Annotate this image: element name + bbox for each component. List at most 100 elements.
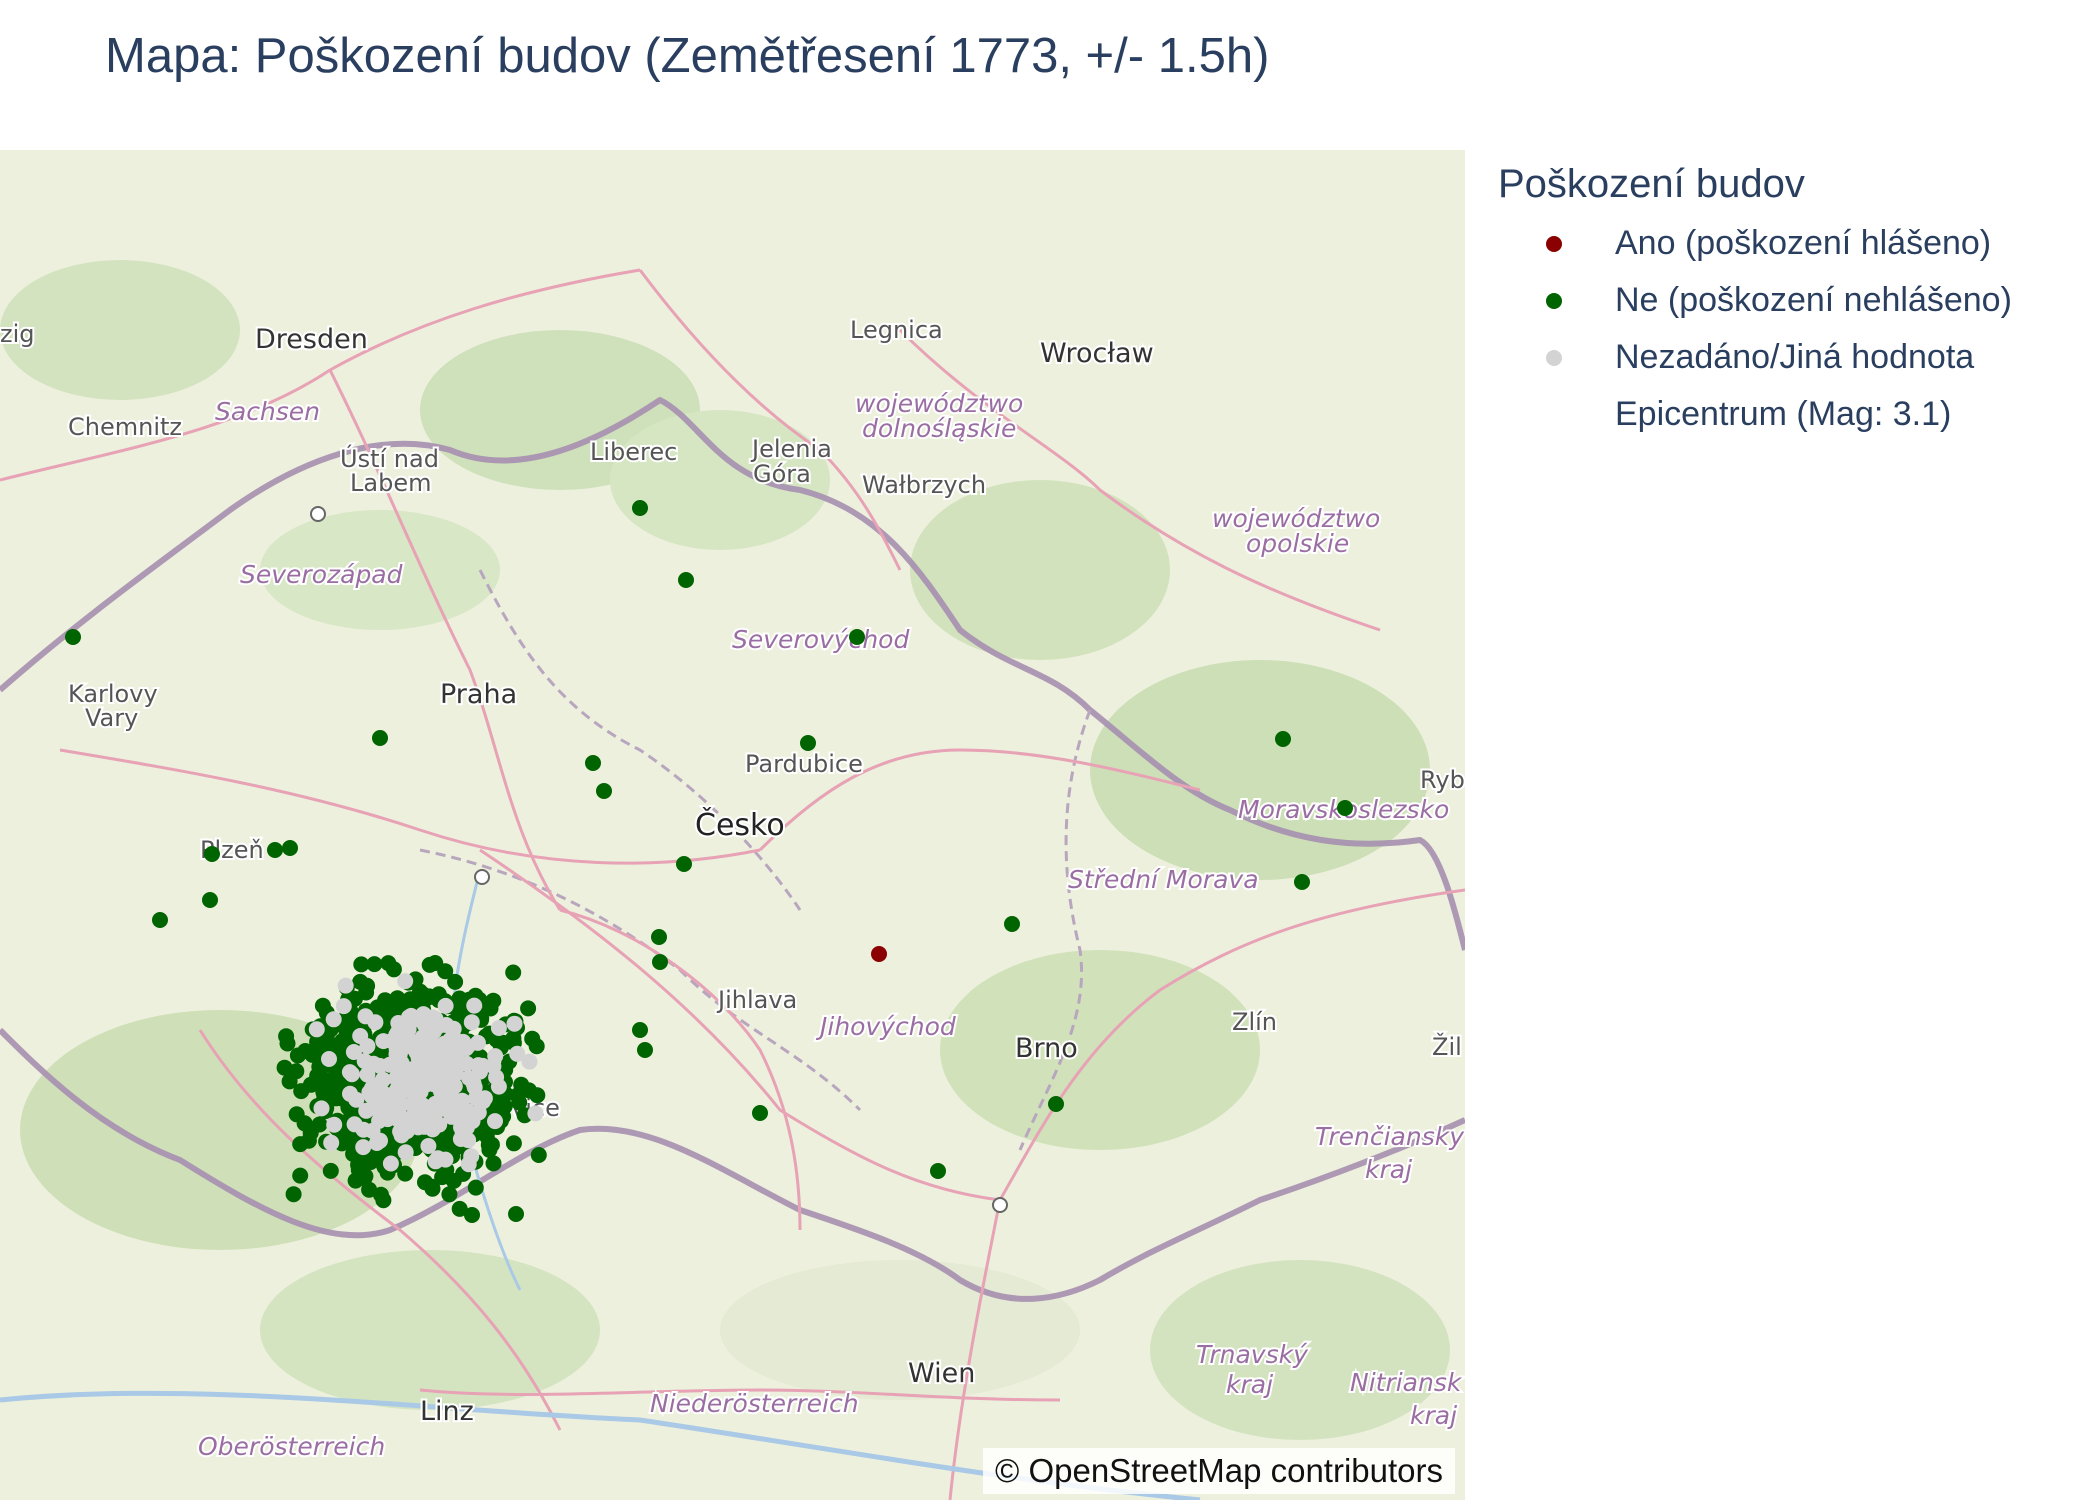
damage-point-ne[interactable] [427, 955, 444, 971]
damage-point-nezadano[interactable] [430, 1150, 446, 1167]
damage-point-nezadano[interactable] [527, 1105, 544, 1122]
damage-point-ne[interactable] [596, 783, 612, 799]
damage-point-nezadano[interactable] [432, 1041, 449, 1058]
damage-point-ne[interactable] [285, 1186, 302, 1203]
damage-point-ne[interactable] [520, 1000, 537, 1017]
damage-point-ne[interactable] [505, 964, 522, 981]
damage-point-ne[interactable] [632, 1022, 648, 1038]
damage-point-ne[interactable] [65, 629, 81, 645]
damage-point-ne[interactable] [1294, 874, 1310, 890]
damage-point-nezadano[interactable] [321, 1051, 337, 1067]
damage-point-nezadano[interactable] [403, 1118, 420, 1135]
damage-point-ano[interactable] [871, 946, 887, 962]
damage-point-nezadano[interactable] [506, 1015, 523, 1032]
map-attribution[interactable]: © OpenStreetMap contributors [982, 1448, 1455, 1494]
damage-point-ne[interactable] [373, 1186, 389, 1203]
damage-point-ne[interactable] [478, 1128, 495, 1145]
damage-point-nezadano[interactable] [364, 1080, 380, 1097]
damage-point-nezadano[interactable] [335, 998, 352, 1015]
damage-point-ne[interactable] [849, 629, 865, 645]
damage-point-nezadano[interactable] [460, 1103, 476, 1120]
damage-point-ne[interactable] [800, 735, 816, 751]
damage-point-ne[interactable] [485, 1155, 502, 1172]
damage-point-nezadano[interactable] [357, 1008, 374, 1025]
damage-point-ne[interactable] [353, 956, 370, 973]
legend-item-nezadano[interactable]: Nezadáno/Jiná hodnota [1498, 329, 2088, 386]
damage-point-nezadano[interactable] [313, 1100, 330, 1117]
damage-point-nezadano[interactable] [359, 1038, 376, 1055]
damage-point-ne[interactable] [278, 1028, 295, 1045]
damage-point-nezadano[interactable] [371, 1112, 388, 1129]
damage-point-nezadano[interactable] [397, 973, 414, 990]
damage-point-ne[interactable] [276, 1059, 293, 1076]
damage-point-nezadano[interactable] [323, 1134, 340, 1151]
damage-point-ne[interactable] [1004, 916, 1020, 932]
damage-point-ne[interactable] [314, 997, 331, 1014]
damage-point-ne[interactable] [930, 1163, 946, 1179]
damage-point-ne[interactable] [1048, 1096, 1064, 1112]
legend-item-ne[interactable]: Ne (poškození nehlášeno) [1498, 272, 2088, 329]
legend-item-ano[interactable]: Ano (poškození hlášeno) [1498, 215, 2088, 272]
damage-point-ne[interactable] [651, 929, 667, 945]
damage-point-nezadano[interactable] [463, 1148, 480, 1165]
damage-point-ne[interactable] [327, 1090, 344, 1107]
damage-point-ne[interactable] [508, 1206, 524, 1222]
damage-point-ne[interactable] [1275, 731, 1291, 747]
damage-point-ne[interactable] [297, 1043, 314, 1059]
damage-point-ne[interactable] [302, 1124, 319, 1141]
damage-point-ne[interactable] [380, 955, 397, 972]
damage-point-nezadano[interactable] [355, 1121, 372, 1138]
damage-point-ne[interactable] [511, 1094, 528, 1111]
damage-point-ne[interactable] [652, 954, 668, 970]
damage-point-ne[interactable] [359, 977, 376, 994]
damage-point-ne[interactable] [434, 1133, 451, 1150]
damage-point-ne[interactable] [637, 1042, 653, 1058]
damage-point-nezadano[interactable] [426, 1023, 442, 1040]
damage-point-nezadano[interactable] [443, 1108, 460, 1125]
damage-point-ne[interactable] [482, 1000, 499, 1017]
damage-point-ne[interactable] [678, 572, 694, 588]
damage-point-ne[interactable] [529, 1087, 546, 1104]
damage-point-ne[interactable] [632, 500, 648, 516]
damage-point-nezadano[interactable] [463, 1014, 480, 1031]
damage-point-ne[interactable] [204, 846, 220, 862]
damage-point-nezadano[interactable] [325, 1011, 342, 1028]
damage-point-ne[interactable] [467, 1179, 484, 1196]
damage-point-nezadano[interactable] [396, 1067, 413, 1083]
damage-point-nezadano[interactable] [401, 1012, 417, 1029]
damage-point-nezadano[interactable] [382, 1155, 399, 1172]
damage-point-ne[interactable] [752, 1105, 768, 1121]
damage-point-nezadano[interactable] [424, 1009, 441, 1026]
damage-point-nezadano[interactable] [490, 1078, 507, 1095]
damage-point-ne[interactable] [292, 1167, 309, 1184]
damage-point-nezadano[interactable] [337, 977, 354, 994]
damage-point-ne[interactable] [505, 1135, 522, 1152]
damage-point-nezadano[interactable] [490, 1020, 507, 1036]
damage-point-nezadano[interactable] [458, 1055, 475, 1072]
damage-point-ne[interactable] [530, 1147, 547, 1163]
damage-point-ne[interactable] [357, 1168, 374, 1185]
damage-point-nezadano[interactable] [466, 1079, 483, 1096]
damage-point-nezadano[interactable] [410, 1037, 427, 1053]
damage-point-ne[interactable] [202, 892, 218, 908]
damage-point-ne[interactable] [513, 1076, 530, 1093]
damage-point-nezadano[interactable] [442, 1087, 459, 1104]
damage-point-nezadano[interactable] [423, 1064, 440, 1081]
damage-point-nezadano[interactable] [437, 997, 454, 1014]
damage-point-ne[interactable] [676, 856, 692, 872]
damage-point-ne[interactable] [441, 1186, 458, 1203]
damage-point-nezadano[interactable] [485, 1058, 502, 1075]
damage-point-nezadano[interactable] [368, 1135, 385, 1151]
damage-point-nezadano[interactable] [445, 1020, 462, 1037]
damage-point-ne[interactable] [372, 730, 388, 746]
legend-item-epicentrum[interactable]: Epicentrum (Mag: 3.1) [1498, 386, 2088, 443]
damage-point-ne[interactable] [282, 840, 298, 856]
map-canvas[interactable]: DresdenChemnitzSachsenÚstí nadLabemLiber… [0, 150, 1465, 1500]
damage-point-nezadano[interactable] [466, 997, 483, 1014]
damage-point-ne[interactable] [322, 1162, 339, 1179]
damage-point-nezadano[interactable] [326, 1116, 343, 1133]
damage-point-ne[interactable] [397, 1165, 414, 1182]
damage-point-nezadano[interactable] [397, 1144, 414, 1161]
damage-point-ne[interactable] [421, 988, 438, 1005]
damage-point-nezadano[interactable] [487, 1113, 503, 1130]
